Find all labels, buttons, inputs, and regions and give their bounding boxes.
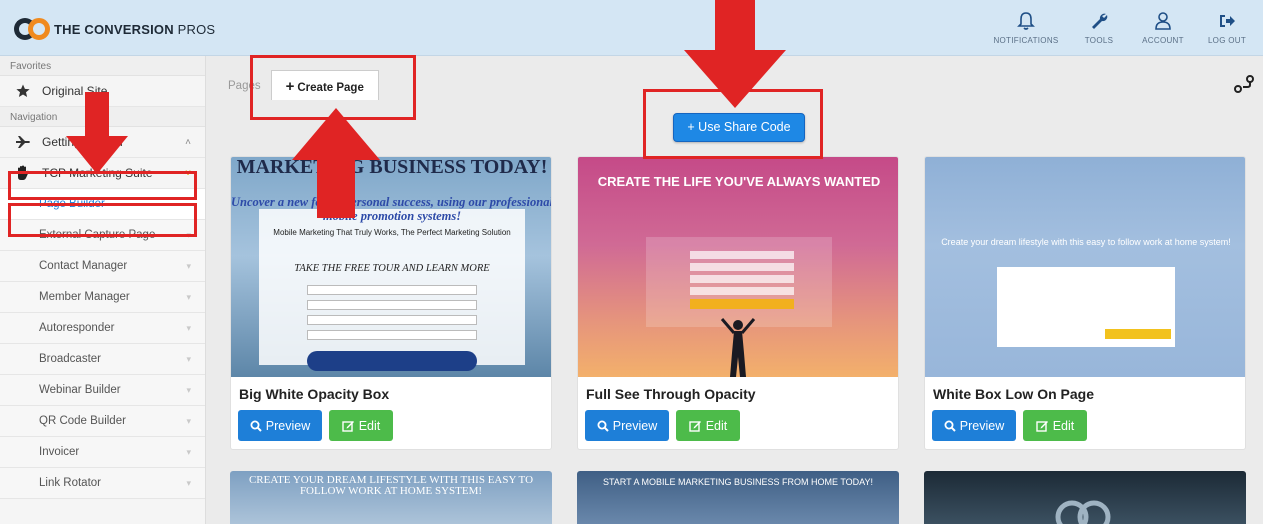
annotation-arrow-down (66, 92, 128, 174)
edit-button[interactable]: Edit (1023, 410, 1087, 441)
sidebar-item-webinar-builder[interactable]: Webinar Builder ▾ (0, 375, 205, 406)
annotation-box (8, 171, 197, 200)
sidebar-item-invoicer[interactable]: Invoicer ▾ (0, 437, 205, 468)
chevron-up-icon[interactable]: ˄ (185, 137, 191, 148)
header-actions: NOTIFICATIONS TOOLS ACCOUNT LOG OUT (981, 8, 1255, 45)
pin-icon[interactable]: ▾ (186, 447, 191, 458)
thumb-cta (690, 299, 794, 309)
brand-logo[interactable]: THE CONVERSION PROS (14, 18, 215, 40)
sidebar-item-autoresponder[interactable]: Autoresponder ▾ (0, 313, 205, 344)
thumb-cta (1105, 329, 1171, 339)
notifications-button[interactable]: NOTIFICATIONS (989, 8, 1063, 45)
annotation-box (8, 203, 197, 237)
wrench-icon (1071, 8, 1127, 34)
logo-mark-icon (1055, 500, 1111, 524)
template-thumbnail[interactable]: CREATE THE LIFE YOU'VE ALWAYS WANTED (578, 157, 898, 377)
search-icon (944, 420, 956, 432)
sidebar-item-broadcaster[interactable]: Broadcaster ▾ (0, 344, 205, 375)
logout-icon (1199, 8, 1255, 34)
annotation-arrow-down (684, 0, 786, 108)
edit-button[interactable]: Edit (329, 410, 393, 441)
search-icon (597, 420, 609, 432)
preview-button[interactable]: Preview (585, 410, 669, 441)
pin-icon[interactable]: ▾ (186, 292, 191, 303)
star-icon (14, 84, 32, 98)
pin-icon[interactable]: ▾ (186, 261, 191, 272)
template-card: CREATE THE LIFE YOU'VE ALWAYS WANTED Ful… (577, 156, 899, 450)
sidebar-item-link-rotator[interactable]: Link Rotator ▾ (0, 468, 205, 499)
sidebar-item-member-manager[interactable]: Member Manager ▾ (0, 282, 205, 313)
edit-icon (689, 420, 701, 432)
template-name: Full See Through Opacity (586, 386, 756, 402)
template-thumbnail[interactable]: MARKETING BUSINESS TODAY! Uncover a new … (231, 157, 551, 377)
pin-icon[interactable]: ▾ (186, 323, 191, 334)
template-thumbnail[interactable]: CREATE YOUR DREAM LIFESTYLE WITH THIS EA… (230, 471, 552, 524)
annotation-arrow-up (292, 108, 380, 218)
edit-icon (1036, 420, 1048, 432)
route-icon[interactable] (1233, 74, 1255, 99)
search-icon (250, 420, 262, 432)
template-card: MARKETING BUSINESS TODAY! Uncover a new … (230, 156, 552, 450)
bell-icon (989, 8, 1063, 34)
template-name: White Box Low On Page (933, 386, 1095, 402)
brand-name: THE CONVERSION PROS (54, 21, 216, 37)
sidebar-item-qr-code-builder[interactable]: QR Code Builder ▾ (0, 406, 205, 437)
user-icon (1135, 8, 1191, 34)
template-card: Create your dream lifestyle with this ea… (924, 156, 1246, 450)
pin-icon[interactable]: ▾ (186, 416, 191, 427)
pin-icon[interactable]: ▾ (186, 385, 191, 396)
template-name: Big White Opacity Box (239, 386, 390, 402)
pin-icon[interactable]: ▾ (186, 354, 191, 365)
edit-icon (342, 420, 354, 432)
plane-icon (14, 135, 32, 149)
logout-button[interactable]: LOG OUT (1199, 8, 1255, 45)
edit-button[interactable]: Edit (676, 410, 740, 441)
account-button[interactable]: ACCOUNT (1135, 8, 1191, 45)
pin-icon[interactable]: ▾ (186, 478, 191, 489)
tools-button[interactable]: TOOLS (1071, 8, 1127, 45)
preview-button[interactable]: Preview (932, 410, 1016, 441)
template-thumbnail[interactable] (924, 471, 1246, 524)
template-thumbnail[interactable]: START A MOBILE MARKETING BUSINESS FROM H… (577, 471, 899, 524)
top-header: THE CONVERSION PROS NOTIFICATIONS TOOLS … (0, 0, 1263, 56)
preview-button[interactable]: Preview (238, 410, 322, 441)
thumb-cta (307, 351, 477, 371)
sidebar-item-contact-manager[interactable]: Contact Manager ▾ (0, 251, 205, 282)
logo-mark-icon (14, 18, 50, 40)
template-thumbnail[interactable]: Create your dream lifestyle with this ea… (925, 157, 1245, 377)
favorites-section-label: Favorites (0, 56, 205, 76)
